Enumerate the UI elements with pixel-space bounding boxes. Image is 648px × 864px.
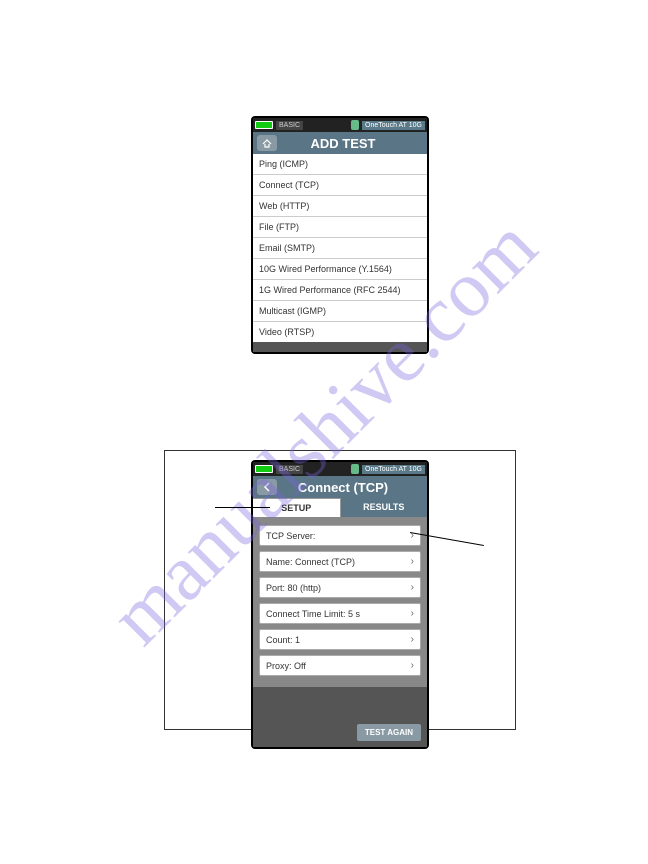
basic-tag: BASIC — [276, 121, 303, 130]
row-tcp-server[interactable]: TCP Server: › — [259, 525, 421, 546]
row-name[interactable]: Name: Connect (TCP) › — [259, 551, 421, 572]
footer-bar — [253, 342, 427, 352]
list-item[interactable]: Web (HTTP) — [253, 196, 427, 217]
connection-icon — [351, 464, 359, 474]
list-item[interactable]: Connect (TCP) — [253, 175, 427, 196]
page-title: ADD TEST — [283, 136, 423, 151]
footer-bar: TEST AGAIN — [253, 687, 427, 747]
device-screenshot-add-test: BASIC OneTouch AT 10G ADD TEST Ping (ICM… — [251, 116, 429, 354]
list-item[interactable]: Video (RTSP) — [253, 322, 427, 342]
page-title: Connect (TCP) — [283, 480, 423, 495]
screen-header: ADD TEST — [253, 132, 427, 154]
row-label: Count: 1 — [266, 635, 300, 645]
row-label: Connect Time Limit: 5 s — [266, 609, 360, 619]
row-label: TCP Server: — [266, 531, 315, 541]
test-again-button[interactable]: TEST AGAIN — [357, 724, 421, 741]
chevron-right-icon: › — [411, 660, 414, 671]
row-label: Port: 80 (http) — [266, 583, 321, 593]
row-label: Proxy: Off — [266, 661, 306, 671]
row-proxy[interactable]: Proxy: Off › — [259, 655, 421, 676]
tab-bar: SETUP RESULTS — [253, 498, 427, 517]
chevron-right-icon: › — [411, 608, 414, 619]
battery-icon — [255, 465, 273, 473]
device-screenshot-connect-tcp: BASIC OneTouch AT 10G Connect (TCP) SETU… — [251, 460, 429, 749]
device-label: OneTouch AT 10G — [362, 465, 425, 474]
row-port[interactable]: Port: 80 (http) › — [259, 577, 421, 598]
device-label: OneTouch AT 10G — [362, 121, 425, 130]
list-item[interactable]: 1G Wired Performance (RFC 2544) — [253, 280, 427, 301]
row-count[interactable]: Count: 1 › — [259, 629, 421, 650]
test-type-list: Ping (ICMP) Connect (TCP) Web (HTTP) Fil… — [253, 154, 427, 342]
screen-header: Connect (TCP) — [253, 476, 427, 498]
tab-results[interactable]: RESULTS — [341, 498, 428, 517]
list-item[interactable]: 10G Wired Performance (Y.1564) — [253, 259, 427, 280]
status-bar: BASIC OneTouch AT 10G — [253, 118, 427, 132]
list-item[interactable]: File (FTP) — [253, 217, 427, 238]
connection-icon — [351, 120, 359, 130]
row-time-limit[interactable]: Connect Time Limit: 5 s › — [259, 603, 421, 624]
chevron-right-icon: › — [411, 556, 414, 567]
basic-tag: BASIC — [276, 465, 303, 474]
list-item[interactable]: Ping (ICMP) — [253, 154, 427, 175]
annotation-line — [215, 507, 270, 508]
chevron-right-icon: › — [411, 634, 414, 645]
home-button[interactable] — [257, 135, 277, 151]
status-bar: BASIC OneTouch AT 10G — [253, 462, 427, 476]
form-panel: TCP Server: › Name: Connect (TCP) › Port… — [253, 517, 427, 687]
back-button[interactable] — [257, 479, 277, 495]
chevron-right-icon: › — [411, 582, 414, 593]
row-label: Name: Connect (TCP) — [266, 557, 355, 567]
list-item[interactable]: Multicast (IGMP) — [253, 301, 427, 322]
list-item[interactable]: Email (SMTP) — [253, 238, 427, 259]
battery-icon — [255, 121, 273, 129]
